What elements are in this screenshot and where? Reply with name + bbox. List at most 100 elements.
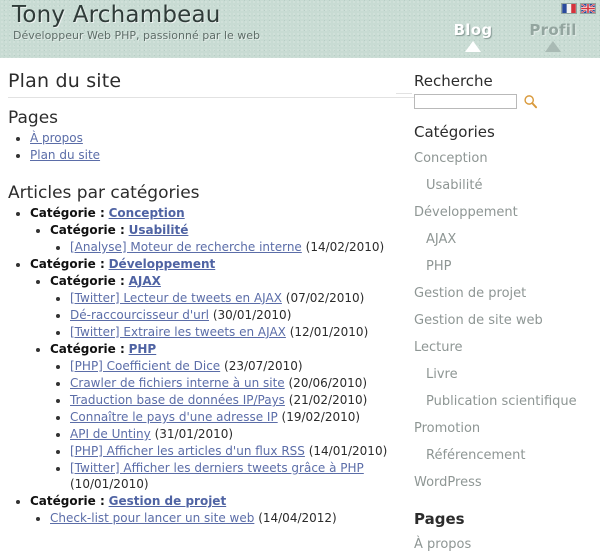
subcategory-group-ajax: Catégorie : AJAX [Twitter] Lecteur de tw… [50, 273, 390, 340]
list-item: [PHP] Afficher les articles d'un flux RS… [70, 443, 390, 459]
language-switcher [561, 3, 596, 14]
article-link[interactable]: [Twitter] Afficher les derniers tweets g… [70, 461, 364, 475]
sidebar-gutter-divider [396, 93, 412, 94]
category-prefix-label: Catégorie : [50, 223, 125, 237]
sidebar: Recherche Catégories Conception Usabilit… [400, 66, 600, 558]
article-link[interactable]: Check-list pour lancer un site web [50, 511, 254, 525]
nav-arrow-profil [545, 41, 561, 52]
article-date: (20/06/2010) [289, 376, 368, 390]
category-group-developpement: Catégorie : Développement Catégorie : AJ… [30, 256, 390, 492]
list-item: API de Untiny (31/01/2010) [70, 426, 390, 442]
category-prefix-label: Catégorie : [30, 257, 105, 271]
search-input[interactable] [414, 94, 517, 109]
page-link-plan-du-site[interactable]: Plan du site [30, 148, 100, 162]
flag-uk-icon[interactable] [580, 3, 596, 14]
page-body: Plan du site Pages À propos Plan du site… [0, 58, 600, 558]
list-item: Dé-raccourcisseur d'url (30/01/2010) [70, 307, 390, 323]
article-link[interactable]: [PHP] Coefficient de Dice [70, 359, 220, 373]
article-list: Check-list pour lancer un site web (14/0… [30, 510, 390, 526]
category-link-usabilite[interactable]: Usabilité [129, 223, 189, 237]
sidebar-item-php[interactable]: PHP [414, 253, 592, 280]
article-date: (23/07/2010) [224, 359, 303, 373]
article-link[interactable]: API de Untiny [70, 427, 151, 441]
sidebar-item-wordpress[interactable]: WordPress [414, 469, 592, 496]
category-link-gestion-de-projet[interactable]: Gestion de projet [109, 494, 227, 508]
list-item: Traduction base de données IP/Pays (21/0… [70, 392, 390, 408]
flag-france-icon[interactable] [561, 3, 577, 14]
nav-label-profil: Profil [526, 22, 580, 38]
subcategory-list: Catégorie : Usabilité [Analyse] Moteur d… [30, 222, 390, 255]
article-date: (19/02/2010) [282, 410, 361, 424]
article-link[interactable]: Crawler de fichiers interne à un site [70, 376, 285, 390]
sidebar-item-lecture[interactable]: Lecture [414, 334, 592, 361]
sidebar-item-ajax[interactable]: AJAX [414, 226, 592, 253]
list-item: Crawler de fichiers interne à un site (2… [70, 375, 390, 391]
category-prefix-label: Catégorie : [50, 274, 125, 288]
list-item: [Analyse] Moteur de recherche interne (1… [70, 239, 390, 255]
article-date: (07/02/2010) [286, 291, 365, 305]
article-link[interactable]: Connaître le pays d'une adresse IP [70, 410, 278, 424]
category-link-developpement[interactable]: Développement [109, 257, 216, 271]
pages-section-heading: Pages [8, 108, 390, 128]
article-link[interactable]: [Twitter] Lecteur de tweets en AJAX [70, 291, 282, 305]
nav-active-arrow-blog [465, 41, 481, 52]
sidebar-item-developpement[interactable]: Développement [414, 199, 592, 226]
list-item: [Twitter] Extraire les tweets en AJAX (1… [70, 324, 390, 340]
article-link[interactable]: Dé-raccourcisseur d'url [70, 308, 209, 322]
main-navigation: Blog Profil [446, 22, 580, 52]
sidebar-categories-list: Conception Usabilité Développement AJAX … [414, 145, 592, 496]
article-link[interactable]: [PHP] Afficher les articles d'un flux RS… [70, 444, 305, 458]
article-date: (14/01/2010) [309, 444, 388, 458]
sidebar-item-livre[interactable]: Livre [414, 361, 592, 388]
article-list: [PHP] Coefficient de Dice (23/07/2010) C… [50, 358, 390, 492]
list-item: Check-list pour lancer un site web (14/0… [50, 510, 390, 526]
title-divider [8, 97, 423, 98]
main-content: Plan du site Pages À propos Plan du site… [0, 66, 400, 527]
category-link-conception[interactable]: Conception [109, 206, 185, 220]
list-item: À propos [30, 130, 390, 146]
category-group-gestion-de-projet: Catégorie : Gestion de projet Check-list… [30, 493, 390, 526]
article-list: [Analyse] Moteur de recherche interne (1… [50, 239, 390, 255]
sidebar-item-publication-scientifique[interactable]: Publication scientifique [414, 388, 592, 415]
article-link[interactable]: [Analyse] Moteur de recherche interne [70, 240, 302, 254]
search-heading: Recherche [414, 72, 592, 90]
category-prefix-label: Catégorie : [30, 206, 105, 220]
sidebar-item-conception[interactable]: Conception [414, 145, 592, 172]
nav-label-blog: Blog [446, 22, 500, 38]
site-tagline: Développeur Web PHP, passionné par le we… [13, 29, 260, 42]
article-list: [Twitter] Lecteur de tweets en AJAX (07/… [50, 290, 390, 340]
article-date: (21/02/2010) [289, 393, 368, 407]
search-icon[interactable] [523, 94, 538, 109]
sidebar-item-usabilite[interactable]: Usabilité [414, 172, 592, 199]
sidebar-item-gestion-de-projet[interactable]: Gestion de projet [414, 280, 592, 307]
sidebar-item-a-propos[interactable]: À propos [414, 532, 592, 558]
sidebar-item-gestion-de-site-web[interactable]: Gestion de site web [414, 307, 592, 334]
site-title: Tony Archambeau [12, 2, 221, 28]
sidebar-pages-list: À propos [414, 532, 592, 558]
articles-by-category-list: Catégorie : Conception Catégorie : Usabi… [8, 205, 390, 526]
article-date: (14/04/2012) [258, 511, 337, 525]
article-link[interactable]: [Twitter] Extraire les tweets en AJAX [70, 325, 286, 339]
article-date: (31/01/2010) [155, 427, 234, 441]
article-date: (12/01/2010) [290, 325, 369, 339]
subcategory-group-usabilite: Catégorie : Usabilité [Analyse] Moteur d… [50, 222, 390, 255]
article-date: (30/01/2010) [213, 308, 292, 322]
sidebar-categories-heading: Catégories [414, 123, 592, 141]
nav-item-blog[interactable]: Blog [446, 22, 500, 52]
list-item: Plan du site [30, 147, 390, 163]
pages-list: À propos Plan du site [8, 130, 390, 163]
sidebar-item-promotion[interactable]: Promotion [414, 415, 592, 442]
list-item: [Twitter] Afficher les derniers tweets g… [70, 460, 390, 492]
subcategory-group-php: Catégorie : PHP [PHP] Coefficient de Dic… [50, 341, 390, 492]
articles-section-heading: Articles par catégories [8, 183, 390, 203]
article-date: (10/01/2010) [70, 477, 149, 491]
category-link-php[interactable]: PHP [129, 342, 157, 356]
nav-item-profil[interactable]: Profil [526, 22, 580, 52]
category-group-conception: Catégorie : Conception Catégorie : Usabi… [30, 205, 390, 255]
category-link-ajax[interactable]: AJAX [129, 274, 161, 288]
sidebar-item-referencement[interactable]: Référencement [414, 442, 592, 469]
list-item: [PHP] Coefficient de Dice (23/07/2010) [70, 358, 390, 374]
article-link[interactable]: Traduction base de données IP/Pays [70, 393, 285, 407]
page-link-a-propos[interactable]: À propos [30, 131, 83, 145]
search-form [414, 94, 592, 109]
